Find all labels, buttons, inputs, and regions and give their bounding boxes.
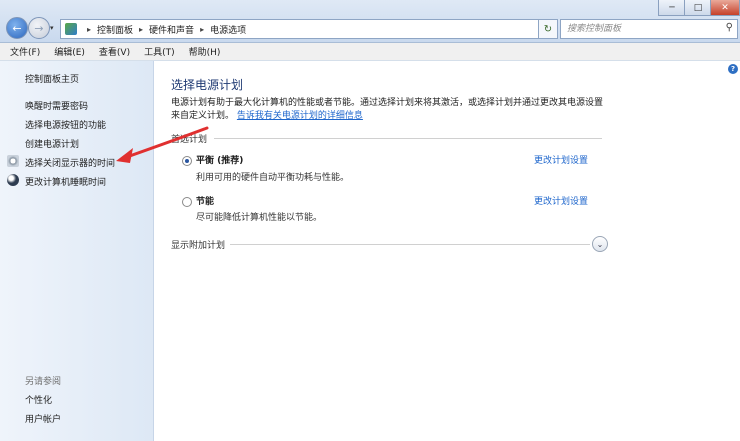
sidebar-item-power-buttons[interactable]: 选择电源按钮的功能 [25, 118, 106, 131]
forward-arrow-icon: → [34, 21, 44, 35]
sidebar-item-personalization[interactable]: 个性化 [25, 393, 52, 406]
plan-balanced-description: 利用可用的硬件自动平衡功耗与性能。 [196, 173, 350, 183]
recent-pages-dropdown[interactable]: ▾ [50, 24, 54, 32]
minimize-button[interactable]: ─ [658, 0, 686, 16]
refresh-icon: ↻ [543, 23, 553, 35]
divider [214, 138, 602, 139]
maximize-button[interactable]: □ [684, 0, 712, 16]
show-additional-plans[interactable]: 显示附加计划 [171, 238, 225, 251]
description-line-1: 电源计划有助于最大化计算机的性能或者节能。通过选择计划来将其激活，或选择计划并通… [171, 98, 604, 108]
search-box[interactable]: ⚲ [560, 19, 738, 39]
menu-view[interactable]: 查看(V) [99, 45, 130, 58]
plan-balanced-radio[interactable] [182, 156, 192, 166]
address-box[interactable]: ▸ 控制面板 ▸ 硬件和声音 ▸ 电源选项 ▾ [60, 19, 554, 39]
page-title: 选择电源计划 [171, 78, 244, 92]
page-description: 电源计划有助于最大化计算机的性能或者节能。通过选择计划来将其激活，或选择计划并通… [171, 97, 611, 123]
menu-edit[interactable]: 编辑(E) [54, 45, 85, 58]
expand-button[interactable]: ⌄ [592, 236, 608, 252]
divider [230, 244, 590, 245]
plan-power-saver-radio[interactable] [182, 197, 192, 207]
menu-file[interactable]: 文件(F) [10, 45, 40, 58]
see-also-heading: 另请参阅 [25, 377, 62, 387]
breadcrumb-separator[interactable]: ▸ [139, 25, 143, 34]
plan-balanced-settings-link[interactable]: 更改计划设置 [534, 153, 588, 166]
chevron-down-icon: ⌄ [596, 239, 604, 249]
plan-power-saver-settings-link[interactable]: 更改计划设置 [534, 194, 588, 207]
menu-tools[interactable]: 工具(T) [144, 45, 175, 58]
sidebar-item-wake-password[interactable]: 唤醒时需要密码 [25, 99, 88, 112]
sidebar-item-create-plan[interactable]: 创建电源计划 [25, 137, 79, 150]
refresh-button[interactable]: ↻ [538, 19, 558, 39]
breadcrumb-separator[interactable]: ▸ [200, 25, 204, 34]
sidebar-home-link[interactable]: 控制面板主页 [25, 72, 79, 85]
sidebar-item-display-off[interactable]: 选择关闭显示器的时间 [25, 156, 115, 169]
menu-bar: 文件(F) 编辑(E) 查看(V) 工具(T) 帮助(H) [0, 43, 740, 61]
close-button[interactable]: ✕ [710, 0, 740, 16]
sidebar-item-user-accounts[interactable]: 用户帐户 [25, 412, 61, 425]
sidebar-item-sleep-time[interactable]: 更改计算机睡眠时间 [25, 175, 106, 188]
control-panel-icon [65, 23, 77, 35]
plan-power-saver-description: 尽可能降低计算机性能以节能。 [196, 213, 323, 223]
preferred-plans-heading: 首选计划 [171, 135, 208, 145]
breadcrumb-power-options[interactable]: 电源选项 [210, 23, 246, 36]
address-bar-area: ← → ▾ ▸ 控制面板 ▸ 硬件和声音 ▸ 电源选项 ▾ ↻ ⚲ ─ □ ✕ [0, 0, 740, 43]
back-button[interactable]: ← [6, 17, 28, 39]
plan-balanced-name[interactable]: 平衡 (推荐) [196, 153, 243, 166]
forward-button[interactable]: → [28, 17, 50, 39]
menu-help[interactable]: 帮助(H) [189, 45, 221, 58]
breadcrumb: ▸ 控制面板 ▸ 硬件和声音 ▸ 电源选项 [81, 23, 246, 36]
help-icon[interactable]: ? [728, 64, 738, 74]
back-arrow-icon: ← [12, 21, 22, 35]
plan-power-saver-name[interactable]: 节能 [196, 194, 214, 207]
search-input[interactable] [565, 23, 719, 35]
monitor-icon [7, 155, 19, 167]
moon-icon [7, 174, 19, 186]
description-line-2: 来自定义计划。 [171, 111, 235, 121]
breadcrumb-control-panel[interactable]: 控制面板 [97, 23, 133, 36]
search-icon[interactable]: ⚲ [726, 22, 733, 33]
breadcrumb-separator[interactable]: ▸ [87, 25, 91, 34]
power-plan-info-link[interactable]: 告诉我有关电源计划的详细信息 [237, 111, 363, 121]
breadcrumb-hardware-sound[interactable]: 硬件和声音 [149, 23, 194, 36]
